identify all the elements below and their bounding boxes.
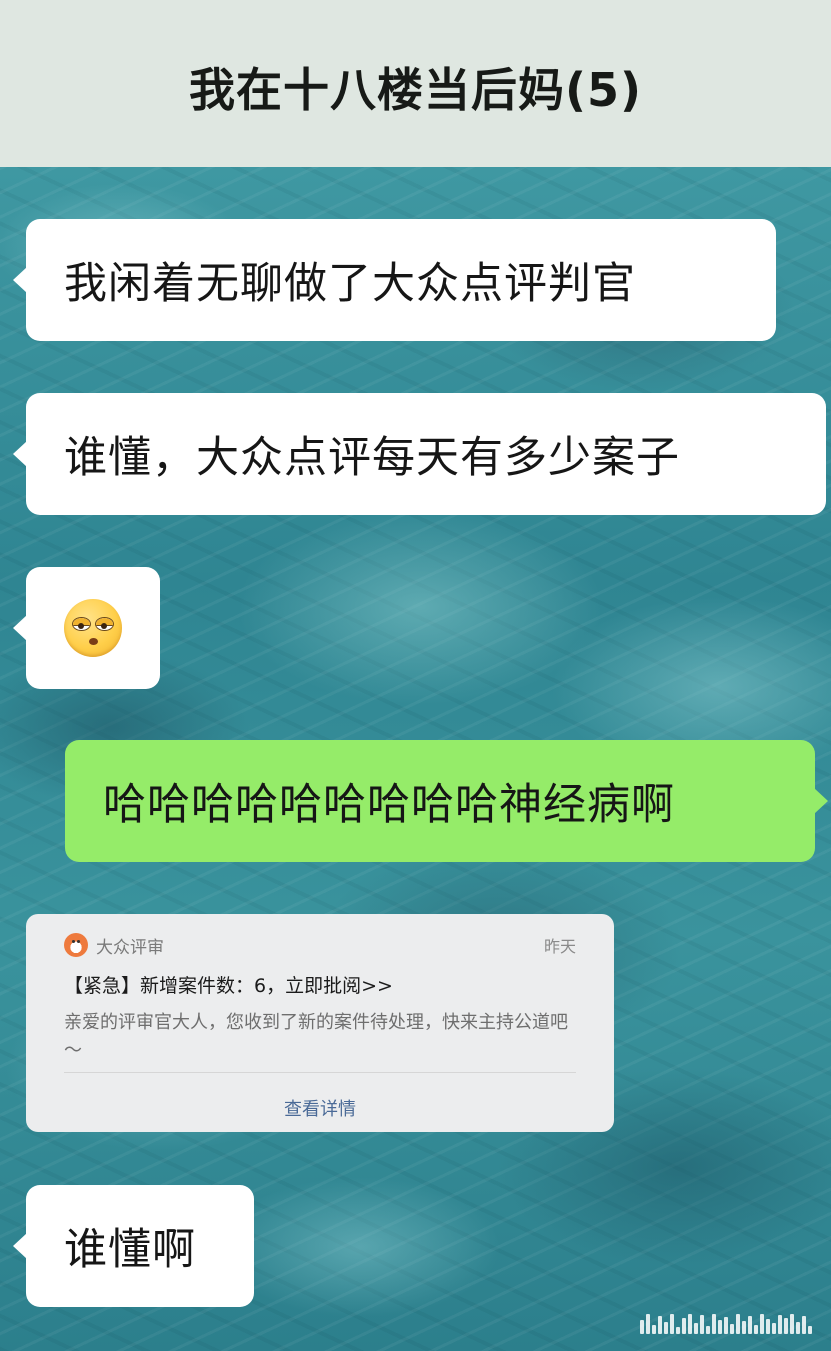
chat-header: 我在十八楼当后妈(5) xyxy=(0,0,831,167)
card-divider xyxy=(64,1072,576,1073)
flushed-face-emoji-icon xyxy=(64,599,122,657)
card-title: 【紧急】新增案件数：6，立即批阅>> xyxy=(64,975,393,997)
card-body-text: 亲爱的评审官大人，您收到了新的案件待处理，快来主持公道吧～ xyxy=(64,1012,568,1061)
emoji-mouth xyxy=(89,638,98,645)
emoji-eye xyxy=(95,617,114,631)
emoji-message-bubble[interactable] xyxy=(13,567,160,689)
message-text: 谁懂啊 xyxy=(64,1225,196,1275)
notification-card[interactable]: 大众评审 昨天 【紧急】新增案件数：6，立即批阅>> 亲爱的评审官大人，您收到了… xyxy=(26,914,614,1132)
message-bubble[interactable]: 谁懂，大众点评每天有多少案子 xyxy=(13,393,826,515)
emoji-eye xyxy=(72,617,91,631)
red-panda-logo-icon xyxy=(64,933,88,957)
view-details-link[interactable]: 查看详情 xyxy=(26,1095,614,1121)
card-timestamp: 昨天 xyxy=(543,937,576,956)
watermark-barcode xyxy=(640,1312,815,1334)
message-bubble[interactable]: 我闲着无聊做了大众点评判官 xyxy=(13,219,776,341)
message-bubble[interactable]: 谁懂啊 xyxy=(13,1185,254,1307)
message-text: 谁懂，大众点评每天有多少案子 xyxy=(64,433,680,483)
card-app-name: 大众评审 xyxy=(96,937,164,958)
sent-message-bubble[interactable]: 哈哈哈哈哈哈哈哈哈神经病啊 xyxy=(65,740,828,862)
chat-title: 我在十八楼当后妈(5) xyxy=(188,62,643,117)
card-header: 大众评审 昨天 xyxy=(64,930,576,960)
message-text: 哈哈哈哈哈哈哈哈哈神经病啊 xyxy=(103,780,675,830)
chat-screen: 我在十八楼当后妈(5) 我闲着无聊做了大众点评判官 谁懂，大众点评每天有多少案子… xyxy=(0,0,831,1351)
message-text: 我闲着无聊做了大众点评判官 xyxy=(64,259,636,309)
